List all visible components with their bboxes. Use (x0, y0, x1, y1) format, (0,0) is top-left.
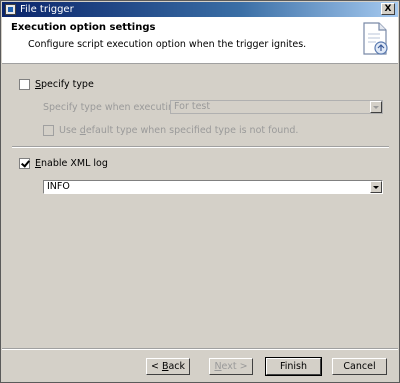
use-default-type-row[interactable]: Use default type when specified type is … (43, 125, 298, 136)
file-trigger-dialog: File trigger X Execution option settings… (0, 0, 400, 383)
title-bar[interactable]: File trigger X (2, 2, 398, 17)
finish-button[interactable]: Finish (265, 357, 322, 376)
specify-type-label: Specify type (35, 79, 94, 90)
execution-type-select[interactable]: For test (170, 100, 383, 114)
log-level-select[interactable]: INFO (43, 180, 383, 194)
use-default-type-label: Use default type when specified type is … (59, 125, 299, 136)
back-button[interactable]: < Back (146, 358, 190, 375)
button-bar-divider (2, 348, 398, 350)
page-description: Configure script execution option when t… (28, 39, 307, 50)
enable-xml-log-checkbox[interactable] (19, 158, 30, 169)
specify-type-row[interactable]: Specify type (19, 79, 94, 90)
close-button[interactable]: X (381, 3, 395, 15)
log-level-value: INFO (47, 181, 70, 192)
cancel-button[interactable]: Cancel (332, 358, 387, 375)
page-title: Execution option settings (11, 22, 156, 33)
document-settings-icon (363, 22, 388, 55)
window-title: File trigger (20, 4, 74, 15)
execution-type-value: For test (174, 101, 211, 112)
app-icon (5, 4, 16, 15)
specify-type-executing-row: Specify type when executing: (39, 102, 183, 113)
chevron-down-icon[interactable] (370, 181, 382, 193)
specify-type-executing-label: Specify type when executing: (43, 102, 184, 113)
enable-xml-log-row[interactable]: Enable XML log (19, 158, 108, 169)
enable-xml-log-label: Enable XML log (35, 158, 108, 169)
section-divider (12, 146, 389, 148)
use-default-type-checkbox[interactable] (43, 125, 54, 136)
specify-type-checkbox[interactable] (19, 79, 30, 90)
chevron-down-icon[interactable] (370, 101, 382, 113)
wizard-banner: Execution option settings Configure scri… (2, 17, 398, 64)
next-button[interactable]: Next > (209, 358, 253, 375)
